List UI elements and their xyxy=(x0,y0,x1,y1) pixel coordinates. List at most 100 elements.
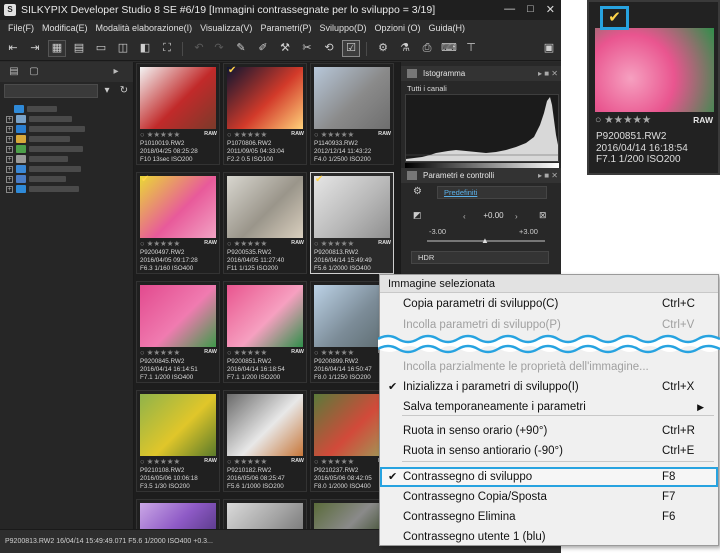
panel-pin-icon[interactable]: ▸ xyxy=(108,65,124,79)
rating-stars[interactable]: ○ ★★★★★ xyxy=(227,457,267,466)
exposure-slider-thumb[interactable]: ▲ xyxy=(481,236,489,245)
menu-guida[interactable]: Guida(H) xyxy=(429,23,466,33)
thumbnail-item[interactable]: ✔ ○ ★★★★★ RAW P9200813.RW2 2016/04/14 15:49:… xyxy=(310,172,394,274)
import-icon[interactable]: ⇤ xyxy=(4,40,22,57)
rating-stars[interactable]: ○ ★★★★★ xyxy=(227,130,267,139)
folder-tree-item[interactable] xyxy=(4,104,57,114)
panel-pin-icon[interactable]: ▸ ■ ✕ xyxy=(538,66,558,81)
context-menu-item[interactable]: Ruota in senso orario (+90°) Ctrl+R xyxy=(380,421,718,441)
develop-icon[interactable]: ⚗ xyxy=(396,40,414,57)
crop-tool-icon[interactable]: ⊤ xyxy=(462,40,480,57)
menu-modifica[interactable]: Modifica(E) xyxy=(42,23,88,33)
combined-view-icon[interactable]: ◫ xyxy=(114,40,132,57)
context-menu-item[interactable]: Contrassegno Elimina F6 xyxy=(380,507,718,527)
exposure-decrement-icon[interactable]: ‹ xyxy=(463,212,466,221)
menu-parametri[interactable]: Parametri(P) xyxy=(260,23,311,33)
menu-modalita[interactable]: Modalità elaborazione(I) xyxy=(96,23,193,33)
development-flag-icon[interactable]: ☑ xyxy=(342,40,360,57)
preview-tab-icon[interactable]: ▢ xyxy=(26,65,42,79)
compare-view-icon[interactable]: ◧ xyxy=(136,40,154,57)
thumbnail-item[interactable]: ○ ★★★★★ RAW P9210108.RW2 2016/05/06 10:06:1… xyxy=(136,390,220,492)
expand-icon[interactable]: + xyxy=(6,115,13,123)
copy-params-icon[interactable]: ✂ xyxy=(298,40,316,57)
folder-tree-item[interactable]: + xyxy=(6,174,66,184)
folder-tree-item[interactable]: + xyxy=(6,124,85,134)
rating-stars[interactable]: ○ ★★★★★ xyxy=(227,348,267,357)
context-menu-item[interactable]: Salva temporaneamente i parametri ▶ xyxy=(380,397,718,417)
menu-visualizza[interactable]: Visualizza(V) xyxy=(200,23,252,33)
keyboard-icon[interactable]: ⌨ xyxy=(440,40,458,57)
redo-icon[interactable]: ↷ xyxy=(210,40,228,57)
thumbnail-item[interactable]: ✔ ○ ★★★★★ RAW P9200497.RW2 2016/04/05 09:17:… xyxy=(136,172,220,274)
reset-icon[interactable]: ⟲ xyxy=(320,40,338,57)
rating-stars[interactable]: ○ ★★★★★ xyxy=(314,130,354,139)
expand-icon[interactable]: + xyxy=(6,175,13,183)
context-menu-item[interactable]: Contrassegno utente 1 (blu) xyxy=(380,527,718,545)
thumbnail-item[interactable]: ○ ★★★★★ RAW P1010019.RW2 2018/04/25 08:25:2… xyxy=(136,63,220,165)
thumbnail-item[interactable]: ○ ★★★★★ RAW P9210182.RW2 2016/05/06 08:25:4… xyxy=(223,390,307,492)
hdr-select[interactable]: HDR xyxy=(411,251,549,264)
menu-sviluppo[interactable]: Sviluppo(D) xyxy=(319,23,366,33)
refresh-icon[interactable]: ↻ xyxy=(117,84,131,98)
rating-stars[interactable]: ○ ★★★★★ xyxy=(227,239,267,248)
folder-tab-icon[interactable]: ▤ xyxy=(6,65,22,79)
gear-icon[interactable]: ⚙ xyxy=(413,186,422,197)
fullscreen-mode-icon[interactable]: ▣ xyxy=(540,40,558,57)
rating-stars[interactable]: ○ ★★★★★ xyxy=(140,457,180,466)
rating-stars[interactable]: ○ ★★★★★ xyxy=(140,348,180,357)
context-menu-item[interactable]: ✔ Contrassegno di sviluppo F8 xyxy=(380,467,718,487)
folder-path-input[interactable] xyxy=(4,84,98,98)
folder-icon xyxy=(16,135,26,143)
folder-tree-item[interactable]: + xyxy=(6,134,70,144)
thumbnail-item[interactable]: ○ ★★★★★ RAW P1140933.RW2 2012/12/14 11:43:2… xyxy=(310,63,394,165)
folder-tree-item[interactable]: + xyxy=(6,184,79,194)
params-pin-icon[interactable]: ▸ ■ ✕ xyxy=(538,168,558,183)
single-view-icon[interactable]: ▭ xyxy=(92,40,110,57)
folder-dropdown-icon[interactable]: ▾ xyxy=(100,84,114,98)
expand-icon[interactable]: + xyxy=(6,185,13,193)
expand-icon[interactable]: + xyxy=(6,135,13,143)
minimize-button[interactable]: — xyxy=(504,3,515,16)
context-menu-item[interactable]: Copia parametri di sviluppo(C) Ctrl+C xyxy=(380,294,718,314)
undo-icon[interactable]: ↶ xyxy=(190,40,208,57)
rating-stars[interactable]: ○ ★★★★★ xyxy=(314,457,354,466)
expand-icon[interactable]: + xyxy=(6,165,13,173)
expand-icon[interactable]: + xyxy=(6,125,13,133)
expand-icon[interactable]: + xyxy=(6,155,13,163)
context-menu-item[interactable]: Ruota in senso antiorario (-90°) Ctrl+E xyxy=(380,441,718,461)
grid-view-icon[interactable]: ▦ xyxy=(48,40,66,57)
thumbnail-item[interactable]: ○ ★★★★★ RAW P9200535.RW2 2016/04/05 11:27:4… xyxy=(223,172,307,274)
expand-icon[interactable]: + xyxy=(6,145,13,153)
menu-file[interactable]: File(F) xyxy=(8,23,34,33)
thumbnail-view-icon[interactable]: ▤ xyxy=(70,40,88,57)
folder-tree-item[interactable]: + xyxy=(6,154,68,164)
rating-stars[interactable]: ○ ★★★★★ xyxy=(140,130,180,139)
print-icon[interactable]: ⎙ xyxy=(418,40,436,57)
batch-develop-icon[interactable]: ⚙ xyxy=(374,40,392,57)
close-button[interactable]: ✕ xyxy=(546,3,555,16)
thumbnail-item[interactable]: ○ ★★★★★ RAW P9200851.RW2 2016/04/14 16:18:5… xyxy=(223,281,307,383)
folder-tree-item[interactable]: + xyxy=(6,144,83,154)
thumbnail-item[interactable]: ✔ ○ ★★★★★ RAW P1070806.RW2 2011/09/05 04:33:… xyxy=(223,63,307,165)
context-menu-item[interactable]: Contrassegno Copia/Sposta F7 xyxy=(380,487,718,507)
eyedropper-icon[interactable]: ✐ xyxy=(254,40,272,57)
rating-stars[interactable]: ○ ★★★★★ xyxy=(314,348,354,357)
context-menu-item[interactable]: ✔ Inizializza i parametri di sviluppo(I) C… xyxy=(380,377,718,397)
rating-stars[interactable]: ○ ★★★★★ xyxy=(314,239,354,248)
rating-stars[interactable]: ○ ★★★★★ xyxy=(140,239,180,248)
folder-tree-item[interactable]: + xyxy=(6,114,72,124)
exposure-increment-icon[interactable]: › xyxy=(515,212,518,221)
auto-exposure-icon[interactable]: ⊠ xyxy=(539,210,547,221)
expand-icon[interactable] xyxy=(4,106,11,113)
zoom-rating-stars[interactable]: ○ ★★★★★ xyxy=(595,114,651,126)
paste-icon[interactable]: ⚒ xyxy=(276,40,294,57)
folder-tree-item[interactable]: + xyxy=(6,164,81,174)
export-icon[interactable]: ⇥ xyxy=(26,40,44,57)
full-screen-icon[interactable]: ⛶ xyxy=(158,40,176,57)
thumbnail-item[interactable]: ○ ★★★★★ RAW P9200845.RW2 2016/04/14 16:14:5… xyxy=(136,281,220,383)
brush-icon[interactable]: ✎ xyxy=(232,40,250,57)
exposure-value[interactable]: +0.00 xyxy=(476,211,511,223)
menu-opzioni[interactable]: Opzioni (O) xyxy=(374,23,420,33)
maximize-button[interactable]: □ xyxy=(527,3,534,16)
preset-select[interactable]: Predefiniti xyxy=(437,186,547,199)
